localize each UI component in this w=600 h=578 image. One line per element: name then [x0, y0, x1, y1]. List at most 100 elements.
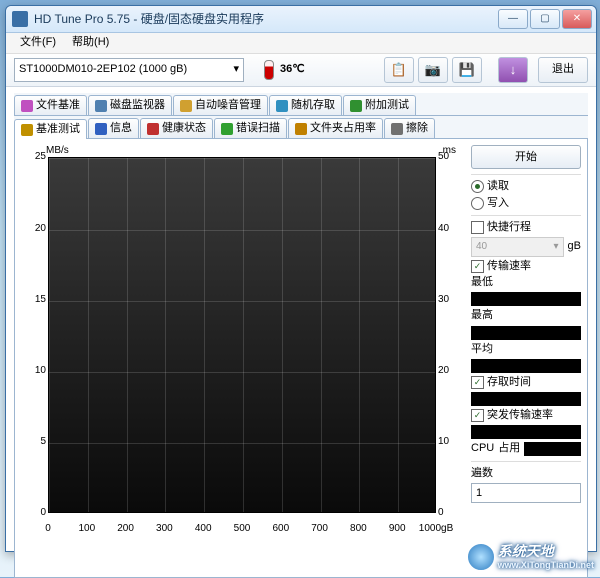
drive-selector[interactable]: ST1000DM010-2EP102 (1000 gB) ▾: [14, 58, 244, 82]
mode-read[interactable]: 读取: [471, 180, 581, 193]
menu-file[interactable]: 文件(F): [12, 34, 64, 51]
tab-icon: [95, 100, 107, 112]
app-icon: [12, 11, 28, 27]
avg-label: 平均: [471, 343, 581, 356]
access-time-value: [471, 392, 581, 406]
menubar: 文件(F) 帮助(H): [6, 33, 596, 54]
tab-icon: [221, 123, 233, 135]
tab-icon: [391, 123, 403, 135]
menu-help[interactable]: 帮助(H): [64, 34, 117, 51]
window-title: HD Tune Pro 5.75 - 硬盘/固态硬盘实用程序: [34, 12, 496, 26]
y-tick-left: 20: [22, 223, 46, 235]
minimize-button[interactable]: —: [498, 9, 528, 29]
tab-icon: [295, 123, 307, 135]
mode-write[interactable]: 写入: [471, 197, 581, 210]
cpu-label: CPU: [471, 442, 494, 455]
tab-基准测试[interactable]: 基准测试: [14, 119, 87, 139]
gb-unit: gB: [568, 240, 581, 253]
dropdown-icon: ▾: [233, 63, 239, 76]
tab-label: 自动噪音管理: [195, 99, 261, 112]
transfer-rate-check[interactable]: 传输速率: [471, 260, 581, 273]
tab-label: 随机存取: [291, 99, 335, 112]
tab-label: 文件夹占用率: [310, 122, 376, 135]
tab-row-lower: 基准测试 信息健康状态错误扫描 文件夹占用率 擦除: [14, 116, 588, 139]
x-tick: 1000gB: [419, 523, 453, 535]
y-tick-right: 50: [438, 151, 462, 163]
tab-label: 信息: [110, 122, 132, 135]
x-tick: 800: [350, 523, 367, 535]
tab-icon: [21, 100, 33, 112]
tab-磁盘监视器[interactable]: 磁盘监视器: [88, 95, 172, 115]
cpu-usage-label: 占用: [498, 442, 520, 455]
options-button[interactable]: ↓: [498, 57, 528, 83]
tab-icon: [276, 100, 288, 112]
x-tick: 300: [156, 523, 173, 535]
tab-label: 附加测试: [365, 99, 409, 112]
tab-label: 磁盘监视器: [110, 99, 165, 112]
maximize-button[interactable]: ▢: [530, 9, 560, 29]
watermark-text: 系统天地: [498, 543, 594, 560]
avg-value: [471, 359, 581, 373]
close-button[interactable]: ✕: [562, 9, 592, 29]
tab-信息[interactable]: 信息: [88, 118, 139, 138]
y-tick-left: 0: [22, 507, 46, 519]
drive-selector-value: ST1000DM010-2EP102 (1000 gB): [19, 63, 187, 76]
tab-icon: [350, 100, 362, 112]
watermark-url: www.XiTongTianDi.net: [498, 560, 594, 571]
exit-button[interactable]: 退出: [538, 57, 588, 83]
x-tick: 400: [195, 523, 212, 535]
save-button[interactable]: 💾: [452, 57, 482, 83]
y-tick-right: 30: [438, 294, 462, 306]
copy-button[interactable]: 📋: [384, 57, 414, 83]
burst-rate-check[interactable]: 突发传输速率: [471, 409, 581, 422]
y-tick-right: 40: [438, 223, 462, 235]
min-label: 最低: [471, 276, 581, 289]
tab-错误扫描[interactable]: 错误扫描: [214, 118, 287, 138]
watermark: 系统天地 www.XiTongTianDi.net: [467, 543, 594, 571]
x-tick: 500: [234, 523, 251, 535]
x-tick: 200: [117, 523, 134, 535]
y-tick-left: 10: [22, 365, 46, 377]
tab-文件基准[interactable]: 文件基准: [14, 95, 87, 115]
start-button[interactable]: 开始: [471, 145, 581, 169]
tab-label: 擦除: [406, 122, 428, 135]
tab-附加测试[interactable]: 附加测试: [343, 95, 416, 115]
y-tick-left: 25: [22, 151, 46, 163]
tab-label: 文件基准: [36, 99, 80, 112]
tab-icon: [147, 123, 159, 135]
tab-icon: [21, 124, 33, 136]
x-tick: 600: [272, 523, 289, 535]
check-icon: [471, 409, 484, 422]
check-icon: [471, 376, 484, 389]
tab-icon: [180, 100, 192, 112]
tab-随机存取[interactable]: 随机存取: [269, 95, 342, 115]
access-time-check[interactable]: 存取时间: [471, 376, 581, 389]
side-panel: 开始 读取 写入 快捷行程 40▾ gB 传输速率 最低 最高 平均 存取时间 …: [469, 139, 587, 577]
check-icon: [471, 260, 484, 273]
passes-label: 遍数: [471, 467, 581, 480]
x-tick: 900: [389, 523, 406, 535]
y-tick-right: 20: [438, 365, 462, 377]
toolbar: ST1000DM010-2EP102 (1000 gB) ▾ 36℃ 📋 📷 💾…: [6, 54, 596, 87]
y-axis-left-unit: MB/s: [46, 145, 69, 157]
x-tick: 700: [311, 523, 328, 535]
radio-icon: [471, 180, 484, 193]
x-tick: 100: [78, 523, 95, 535]
tab-健康状态[interactable]: 健康状态: [140, 118, 213, 138]
x-tick: 0: [45, 523, 51, 535]
screenshot-button[interactable]: 📷: [418, 57, 448, 83]
y-tick-right: 10: [438, 436, 462, 448]
thermometer-icon: [264, 60, 274, 80]
max-label: 最高: [471, 309, 581, 322]
cpu-value: [524, 442, 581, 456]
tab-label: 基准测试: [36, 123, 80, 136]
passes-spinner[interactable]: 1: [471, 483, 581, 503]
y-tick-left: 15: [22, 294, 46, 306]
tab-文件夹占用率[interactable]: 文件夹占用率: [288, 118, 383, 138]
tab-擦除[interactable]: 擦除: [384, 118, 435, 138]
short-stroke-check[interactable]: 快捷行程: [471, 221, 581, 234]
titlebar: HD Tune Pro 5.75 - 硬盘/固态硬盘实用程序 — ▢ ✕: [6, 6, 596, 33]
tab-自动噪音管理[interactable]: 自动噪音管理: [173, 95, 268, 115]
check-icon: [471, 221, 484, 234]
y-tick-left: 5: [22, 436, 46, 448]
